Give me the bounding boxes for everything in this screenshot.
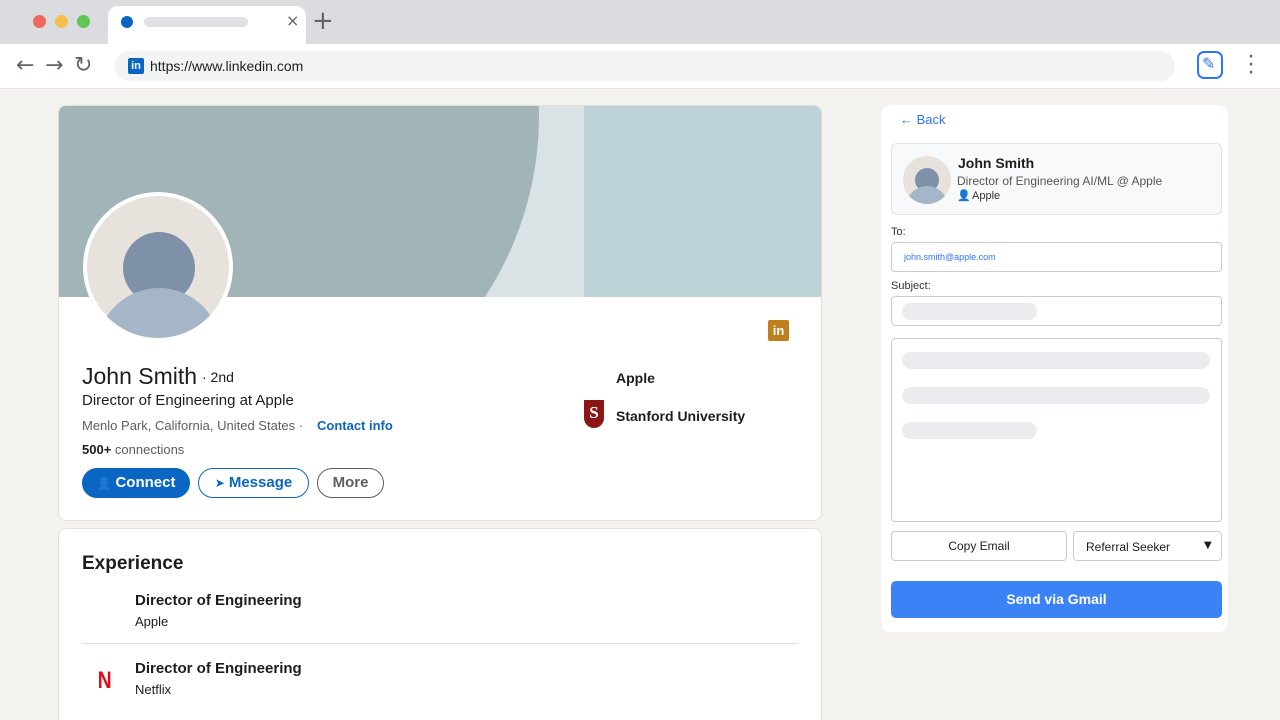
send-icon: ➤ xyxy=(214,476,225,490)
body-loading-placeholder xyxy=(902,352,1210,369)
template-select[interactable]: Referral Seeker ▼ xyxy=(1073,531,1222,561)
chevron-down-icon: ▼ xyxy=(1204,540,1212,551)
page-content: in John Smith · 2nd Director of Engineer… xyxy=(0,89,1280,720)
person-icon: 👤 xyxy=(957,189,971,202)
experience-heading: Experience xyxy=(82,553,184,574)
connection-degree: · 2nd xyxy=(202,369,234,385)
profile-headline: Director of Engineering at Apple xyxy=(82,392,294,409)
experience-company[interactable]: Netflix xyxy=(135,682,171,697)
forward-arrow-icon[interactable]: → xyxy=(45,53,63,79)
subject-label: Subject: xyxy=(891,280,931,292)
subject-loading-placeholder xyxy=(902,303,1037,320)
experience-company[interactable]: Apple xyxy=(135,614,168,629)
contact-info-link[interactable]: Contact info xyxy=(317,418,393,433)
profile-card: in John Smith · 2nd Director of Engineer… xyxy=(58,105,822,521)
experience-role[interactable]: Director of Engineering xyxy=(135,592,302,609)
back-arrow-icon[interactable]: ← xyxy=(16,53,34,79)
body-loading-placeholder xyxy=(902,387,1210,404)
copy-email-button[interactable]: Copy Email xyxy=(891,531,1067,561)
connections-number: 500+ xyxy=(82,442,112,457)
contact-title: Director of Engineering AI/ML @ Apple xyxy=(957,174,1163,188)
contact-summary: John Smith Director of Engineering AI/ML… xyxy=(891,143,1222,215)
email-extension-panel: ← Back John Smith Director of Engineerin… xyxy=(881,105,1228,632)
window-close-button[interactable] xyxy=(33,15,46,28)
back-link[interactable]: ← Back xyxy=(900,112,946,127)
profile-avatar[interactable] xyxy=(83,192,233,342)
tab-title-placeholder xyxy=(144,17,248,27)
tab-favicon-icon xyxy=(121,16,133,28)
more-button[interactable]: More xyxy=(317,468,384,498)
contact-name: John Smith xyxy=(958,155,1035,171)
browser-toolbar: ← → ↻ in https://www.linkedin.com ✎ · · · xyxy=(0,44,1280,89)
email-body-field[interactable] xyxy=(891,338,1222,522)
current-company-link[interactable]: Apple xyxy=(616,370,655,386)
experience-card: Experience Director of Engineering Apple… xyxy=(58,528,822,720)
contact-company: Apple xyxy=(972,190,1001,202)
connect-button[interactable]: 👤 Connect xyxy=(82,468,190,498)
extension-glyph: ✎ xyxy=(1202,54,1216,73)
reload-icon[interactable]: ↻ xyxy=(74,53,92,79)
cover-panel xyxy=(584,106,821,297)
address-bar-url[interactable]: https://www.linkedin.com xyxy=(150,58,303,74)
experience-divider xyxy=(82,643,798,644)
window-maximize-button[interactable] xyxy=(77,15,90,28)
to-label: To: xyxy=(891,226,906,238)
more-label: More xyxy=(332,474,369,491)
to-field-value: john.smith@apple.com xyxy=(904,252,996,262)
message-label: Message xyxy=(228,474,293,491)
browser-menu-icon[interactable]: · · · xyxy=(1246,47,1256,85)
profile-name: John Smith xyxy=(82,363,198,389)
connections-label: connections xyxy=(114,442,185,457)
connect-label: Connect xyxy=(115,474,176,491)
subject-field[interactable] xyxy=(891,296,1222,326)
experience-role[interactable]: Director of Engineering xyxy=(135,660,302,677)
connections-count[interactable]: 500+ connections xyxy=(82,442,184,457)
browser-tab[interactable]: × xyxy=(108,6,306,44)
template-select-value: Referral Seeker xyxy=(1086,540,1171,554)
netflix-logo-icon: N xyxy=(97,667,112,694)
profile-location: Menlo Park, California, United States · xyxy=(82,418,304,433)
body-loading-placeholder xyxy=(902,422,1037,439)
linkedin-favicon-icon: in xyxy=(128,58,144,74)
education-link[interactable]: Stanford University xyxy=(616,408,745,424)
avatar-body xyxy=(906,186,948,204)
extension-icon[interactable]: ✎ xyxy=(1197,51,1223,79)
to-field[interactable]: john.smith@apple.com xyxy=(891,242,1222,272)
address-bar[interactable]: in https://www.linkedin.com xyxy=(115,51,1175,81)
close-tab-icon[interactable]: × xyxy=(286,11,299,30)
send-via-gmail-button[interactable]: Send via Gmail xyxy=(891,581,1222,618)
linkedin-badge-icon[interactable]: in xyxy=(768,320,789,341)
message-button[interactable]: ➤ Message xyxy=(198,468,309,498)
window-minimize-button[interactable] xyxy=(55,15,68,28)
avatar-body xyxy=(97,288,221,338)
stanford-logo-icon: S xyxy=(584,400,604,428)
add-person-icon: 👤 xyxy=(96,476,112,490)
browser-tab-bar: × + xyxy=(0,0,1280,44)
contact-avatar xyxy=(903,156,951,204)
new-tab-button[interactable]: + xyxy=(312,6,334,36)
